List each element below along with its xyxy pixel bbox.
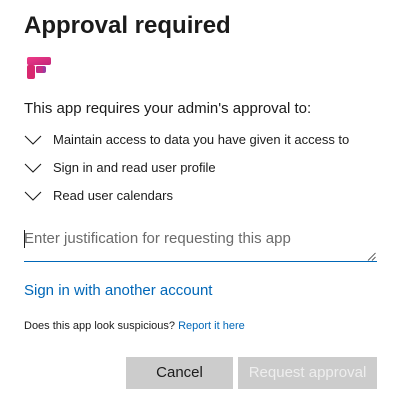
approval-dialog: Approval required This app requires your… [0, 0, 419, 408]
sign-in-another-account-link[interactable]: Sign in with another account [24, 281, 212, 301]
permission-label: Read user calendars [53, 188, 173, 203]
text-caret [24, 230, 25, 248]
suspicious-notice: Does this app look suspicious? Report it… [24, 318, 245, 334]
suspicious-text: Does this app look suspicious? [24, 320, 176, 332]
request-approval-button[interactable]: Request approval [238, 357, 377, 389]
chevron-down-icon[interactable] [24, 162, 42, 174]
permission-label: Maintain access to data you have given i… [53, 132, 350, 147]
justification-input[interactable] [24, 222, 377, 262]
permission-item[interactable]: Sign in and read user profile [24, 154, 349, 182]
cancel-button[interactable]: Cancel [126, 357, 233, 389]
resize-grip-icon[interactable] [367, 252, 376, 261]
chevron-down-icon[interactable] [24, 134, 42, 146]
dialog-title: Approval required [24, 12, 231, 39]
permission-item[interactable]: Maintain access to data you have given i… [24, 126, 349, 154]
chevron-down-icon[interactable] [24, 190, 42, 202]
intro-text: This app requires your admin's approval … [24, 100, 312, 117]
app-logo-icon [27, 57, 51, 79]
permission-item[interactable]: Read user calendars [24, 182, 349, 210]
permission-label: Sign in and read user profile [53, 160, 216, 175]
report-link[interactable]: Report it here [178, 320, 245, 332]
permission-list: Maintain access to data you have given i… [24, 126, 349, 210]
